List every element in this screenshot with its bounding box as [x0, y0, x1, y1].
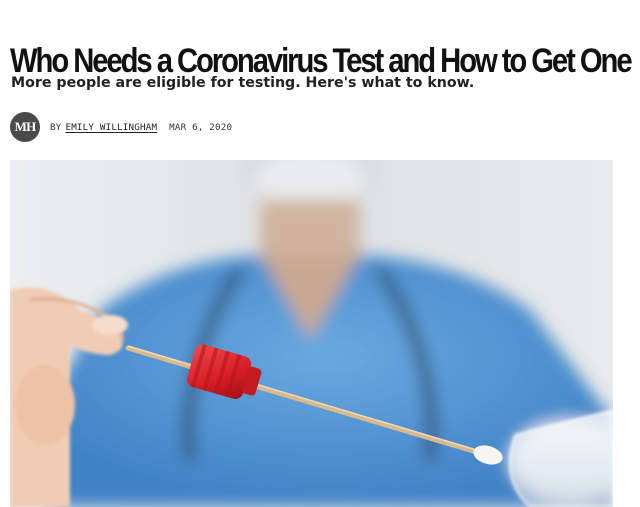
publish-date: MAR 6, 2020 — [169, 121, 233, 133]
byline-prefix: BY — [50, 121, 62, 133]
swab-test-photo — [10, 160, 613, 507]
author-link[interactable]: EMILY WILLINGHAM — [65, 122, 157, 133]
byline: MH BY EMILY WILLINGHAM MAR 6, 2020 — [10, 112, 232, 142]
hero-image — [10, 160, 613, 507]
publication-logo[interactable]: MH — [10, 112, 40, 142]
byline-text: BY EMILY WILLINGHAM MAR 6, 2020 — [50, 122, 232, 133]
article-dek: More people are eligible for testing. He… — [11, 75, 475, 91]
